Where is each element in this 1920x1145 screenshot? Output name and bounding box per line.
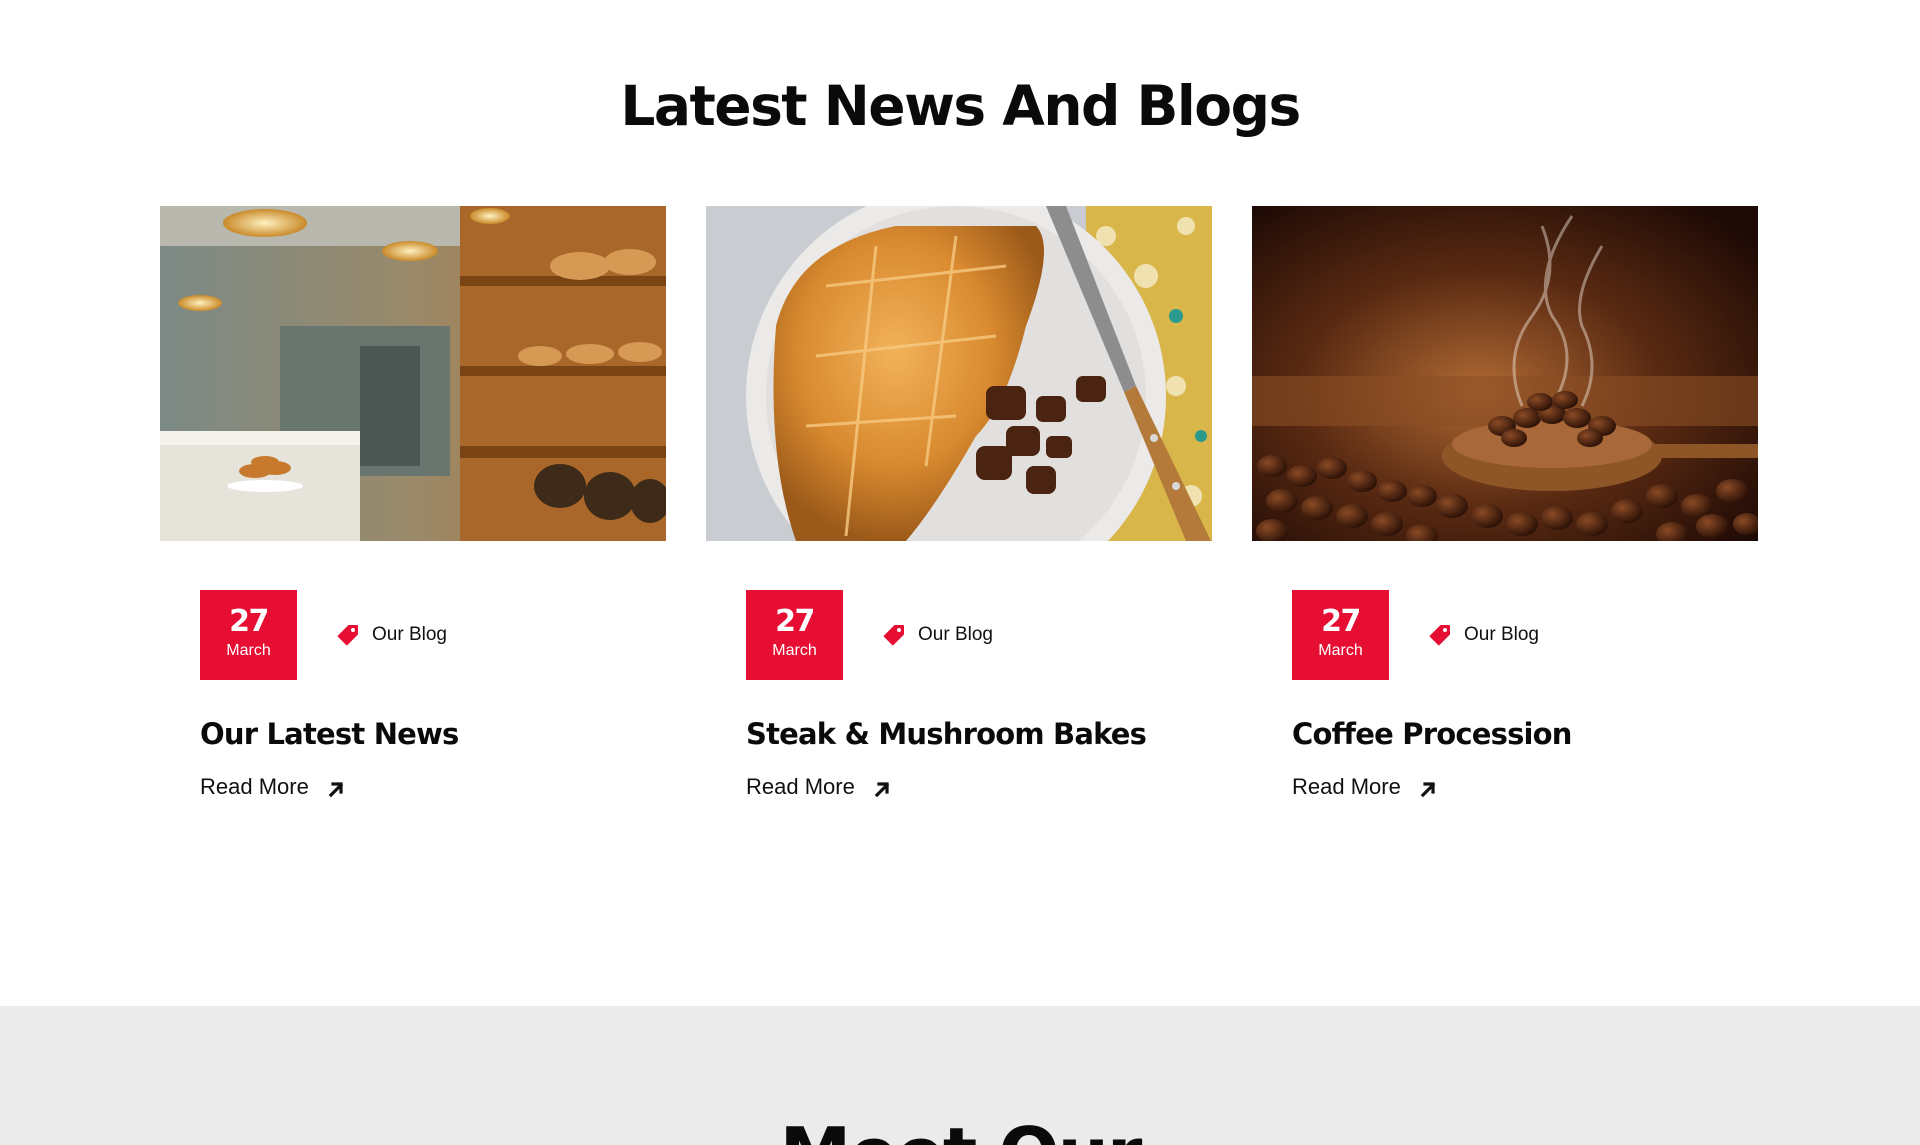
- read-more-link[interactable]: Read More: [1292, 774, 1437, 800]
- blog-card: 27 March Our Blog Coffee Procession Read…: [1252, 206, 1758, 799]
- blog-card: 27 March Our Blog Steak & Mushroom Bakes…: [706, 206, 1212, 799]
- team-section-title: Meet Our: [0, 1114, 1920, 1145]
- section-title: Latest News And Blogs: [620, 74, 1301, 138]
- tag-icon: [882, 623, 906, 647]
- date-day: 27: [775, 604, 815, 639]
- category-label: Our Blog: [372, 624, 447, 645]
- blog-card-title[interactable]: Steak & Mushroom Bakes: [746, 715, 1186, 753]
- tag-icon: [336, 623, 360, 647]
- blog-card-meta: 27 March Our Blog: [1292, 590, 1732, 680]
- blog-card-image[interactable]: [706, 206, 1212, 541]
- date-month: March: [226, 642, 271, 659]
- arrow-up-right-icon: [1419, 778, 1437, 798]
- blog-card-title[interactable]: Our Latest News: [200, 715, 640, 753]
- arrow-up-right-icon: [327, 778, 345, 798]
- arrow-up-right-icon: [873, 778, 891, 798]
- category-link[interactable]: Our Blog: [1428, 620, 1539, 650]
- blog-card-image[interactable]: [1252, 206, 1758, 541]
- read-more-link[interactable]: Read More: [746, 774, 891, 800]
- read-more-label: Read More: [200, 774, 309, 799]
- blog-card-title[interactable]: Coffee Procession: [1292, 715, 1732, 753]
- category-label: Our Blog: [918, 624, 993, 645]
- date-badge: 27 March: [746, 590, 843, 680]
- date-day: 27: [229, 604, 269, 639]
- date-month: March: [1318, 642, 1363, 659]
- category-link[interactable]: Our Blog: [882, 620, 993, 650]
- date-badge: 27 March: [200, 590, 297, 680]
- team-section: Meet Our: [0, 1006, 1920, 1145]
- date-day: 27: [1321, 604, 1361, 639]
- category-link[interactable]: Our Blog: [336, 620, 447, 650]
- category-label: Our Blog: [1464, 624, 1539, 645]
- tag-icon: [1428, 623, 1452, 647]
- read-more-link[interactable]: Read More: [200, 774, 345, 800]
- date-month: March: [772, 642, 817, 659]
- blog-card-meta: 27 March Our Blog: [746, 590, 1186, 680]
- read-more-label: Read More: [1292, 774, 1401, 799]
- blog-card: 27 March Our Blog Our Latest News Read M…: [160, 206, 666, 799]
- blog-card-image[interactable]: [160, 206, 666, 541]
- blog-card-meta: 27 March Our Blog: [200, 590, 640, 680]
- read-more-label: Read More: [746, 774, 855, 799]
- date-badge: 27 March: [1292, 590, 1389, 680]
